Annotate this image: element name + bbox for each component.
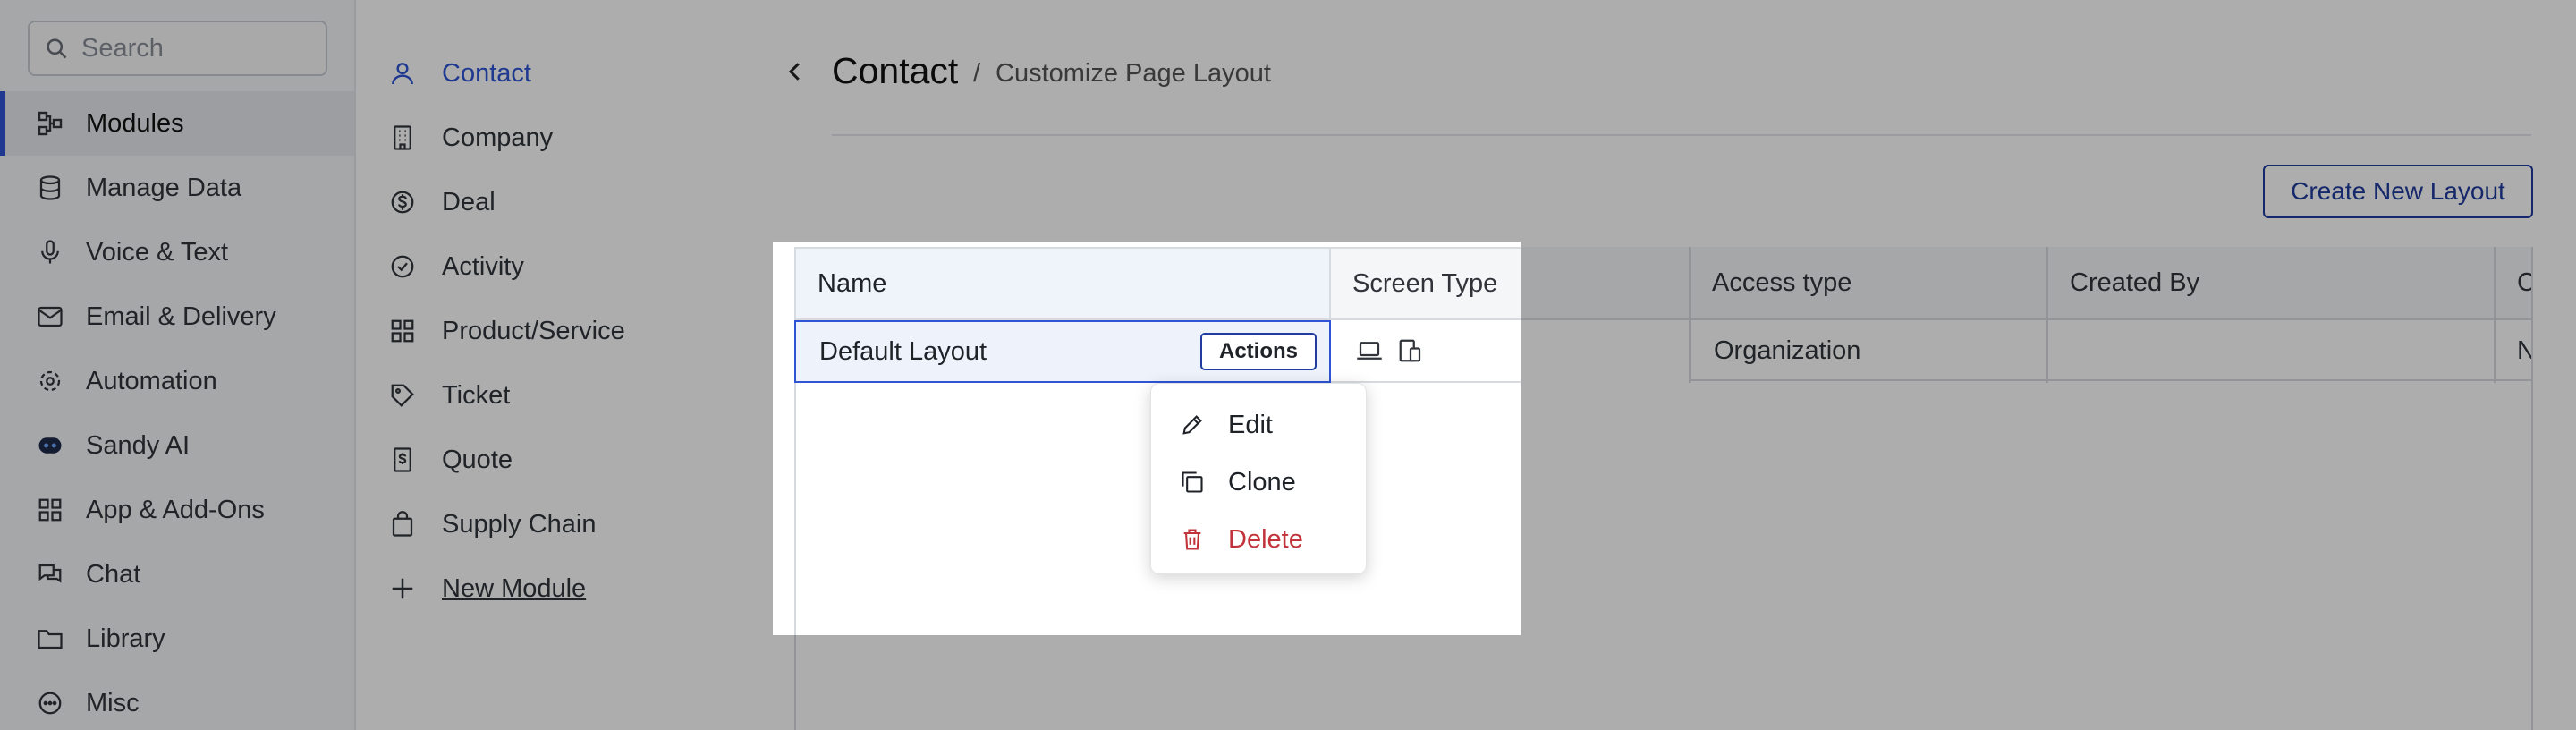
actions-menu: Edit Clone Delete — [1150, 383, 1367, 574]
actions-button[interactable]: Actions — [1200, 333, 1317, 370]
menu-item-clone[interactable]: Clone — [1151, 454, 1366, 511]
layout-name: Default Layout — [819, 336, 987, 366]
pencil-icon — [1178, 411, 1207, 439]
column-header-name[interactable]: Name — [794, 247, 1331, 320]
menu-item-label: Delete — [1228, 524, 1303, 554]
copy-icon — [1178, 468, 1207, 497]
table-border — [794, 383, 796, 635]
menu-item-edit[interactable]: Edit — [1151, 396, 1366, 454]
trash-icon — [1178, 525, 1207, 554]
menu-item-label: Clone — [1228, 467, 1296, 497]
menu-item-label: Edit — [1228, 410, 1273, 439]
column-header-screen-type[interactable]: Screen Type — [1331, 247, 1521, 320]
laptop-icon — [1356, 339, 1383, 362]
menu-item-delete[interactable]: Delete — [1151, 511, 1366, 568]
highlighted-region: Name Screen Type Default Layout Actions — [773, 242, 1521, 635]
cell-screen-type — [1331, 320, 1521, 383]
devices-icon — [1397, 337, 1424, 364]
